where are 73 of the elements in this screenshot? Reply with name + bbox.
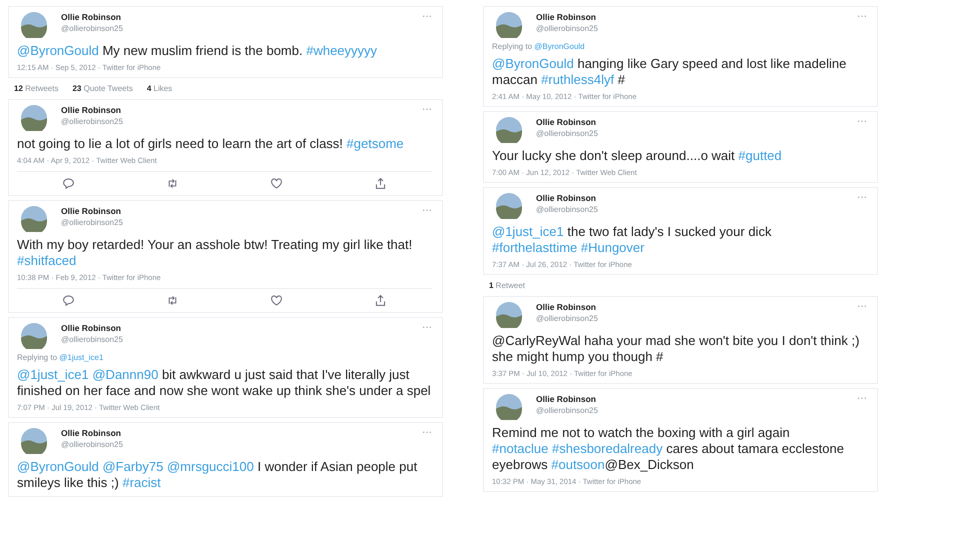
- user-handle[interactable]: @ollierobinson25: [536, 406, 847, 415]
- more-button[interactable]: ···: [857, 12, 867, 22]
- tweet-text: not going to lie a lot of girls need to learn the art of class! #getsome: [17, 136, 405, 152]
- user-handle[interactable]: @ollierobinson25: [536, 24, 847, 33]
- hashtag-link[interactable]: #outsoon: [551, 457, 605, 472]
- engagement-count[interactable]: 4 Likes: [146, 84, 172, 93]
- more-button[interactable]: ···: [857, 302, 867, 312]
- share-icon[interactable]: [374, 177, 387, 190]
- more-button[interactable]: ···: [422, 323, 432, 333]
- hashtag-link[interactable]: #shitfaced: [17, 253, 76, 268]
- hashtag-link[interactable]: #gutted: [738, 148, 782, 163]
- user-name[interactable]: Ollie Robinson: [61, 428, 412, 438]
- tweet-text: @ByronGould My new muslim friend is the bomb. #wheeyyyyy: [17, 43, 378, 59]
- mention-link[interactable]: @ByronGould: [17, 43, 99, 58]
- user-name[interactable]: Ollie Robinson: [536, 193, 847, 203]
- heart-icon[interactable]: [270, 294, 283, 307]
- hashtag-link[interactable]: #forthelasttime: [492, 240, 581, 255]
- hashtag-link[interactable]: #notaclue: [492, 441, 552, 456]
- more-button[interactable]: ···: [422, 206, 432, 216]
- tweet-text: @CarlyReyWal haha your mad she won't bite you I don't think ;) she might hump you though #: [492, 333, 860, 365]
- mention-link[interactable]: @Farby75: [102, 459, 167, 474]
- user-name[interactable]: Ollie Robinson: [61, 12, 412, 22]
- more-button[interactable]: ···: [422, 12, 432, 22]
- hashtag-link[interactable]: #racist: [122, 475, 161, 490]
- user-name[interactable]: Ollie Robinson: [536, 302, 847, 312]
- tweet-text: @1just_ice1 the two fat lady's I sucked your dick #forthelasttime #Hungover: [492, 224, 772, 256]
- user-handle[interactable]: @ollierobinson25: [61, 117, 412, 126]
- more-button[interactable]: ···: [857, 117, 867, 127]
- user-name[interactable]: Ollie Robinson: [61, 323, 412, 333]
- tweet-text: @ByronGould hanging like Gary speed and lost like madeline maccan #ruthless4lyf #: [492, 56, 848, 88]
- engagement-count[interactable]: 12 Retweets: [14, 84, 58, 93]
- more-button[interactable]: ···: [857, 193, 867, 203]
- mention-link[interactable]: @1just_ice1: [492, 224, 564, 239]
- tweet-text: Remind me not to watch the boxing with a girl again #notaclue #shesboredalready cares about tamara ecclestone eyebrows #outsoon@Bex_Dickson: [492, 425, 845, 473]
- tweet-text: Your lucky she don't sleep around....o wait #gutted: [492, 148, 783, 164]
- user-handle[interactable]: @ollierobinson25: [61, 24, 412, 33]
- user-handle[interactable]: @ollierobinson25: [536, 314, 847, 323]
- user-handle[interactable]: @ollierobinson25: [536, 205, 847, 214]
- reply-icon[interactable]: [62, 177, 76, 190]
- user-handle[interactable]: @ollierobinson25: [61, 335, 412, 344]
- user-handle[interactable]: @ollierobinson25: [61, 218, 412, 227]
- user-name[interactable]: Ollie Robinson: [536, 12, 847, 22]
- tweet-text: With my boy retarded! Your an asshole btw! Treating my girl like that! #shitfaced: [17, 237, 414, 269]
- replying-to-text: Replying to @ByronGould: [492, 42, 586, 51]
- user-handle[interactable]: @ollierobinson25: [536, 129, 847, 138]
- heart-icon[interactable]: [270, 177, 283, 190]
- hashtag-link[interactable]: #getsome: [346, 136, 404, 151]
- mention-link[interactable]: @mrsgucci100: [166, 459, 254, 474]
- engagement-count[interactable]: 23 Quote Tweets: [72, 84, 133, 93]
- mention-link[interactable]: @ByronGould: [17, 459, 102, 474]
- hashtag-link[interactable]: #shesboredalready: [552, 441, 663, 456]
- more-button[interactable]: ···: [422, 105, 432, 115]
- engagement-count[interactable]: 1 Retweet: [489, 281, 526, 290]
- mention-link[interactable]: @ByronGould: [534, 42, 585, 51]
- mention-link[interactable]: @1just_ice1: [17, 367, 92, 382]
- mention-link[interactable]: @Dannn90: [92, 367, 158, 382]
- hashtag-link[interactable]: #ruthless4lyf: [541, 72, 614, 87]
- more-button[interactable]: ···: [422, 428, 432, 438]
- replying-to-text: Replying to @1just_ice1: [17, 353, 104, 362]
- user-handle[interactable]: @ollierobinson25: [61, 440, 412, 449]
- tweet-text: @1just_ice1 @Dannn90 bit awkward u just said that I've literally just finished on her face and now she wont wake up think she's under a spel: [17, 367, 432, 399]
- hashtag-link[interactable]: #Hungover: [580, 240, 644, 255]
- more-button[interactable]: ···: [857, 394, 867, 404]
- tweet-text: @ByronGould @Farby75 @mrsgucci100 I wonder if Asian people put smileys like this ;) #racist: [17, 459, 418, 491]
- user-name[interactable]: Ollie Robinson: [536, 394, 847, 404]
- user-name[interactable]: Ollie Robinson: [61, 206, 412, 216]
- hashtag-link[interactable]: #wheeyyyyy: [306, 43, 378, 58]
- user-name[interactable]: Ollie Robinson: [61, 105, 412, 115]
- user-name[interactable]: Ollie Robinson: [536, 117, 847, 127]
- mention-link[interactable]: @ByronGould: [492, 56, 574, 71]
- reply-icon[interactable]: [62, 294, 76, 307]
- share-icon[interactable]: [374, 294, 387, 307]
- mention-link[interactable]: @1just_ice1: [59, 353, 104, 362]
